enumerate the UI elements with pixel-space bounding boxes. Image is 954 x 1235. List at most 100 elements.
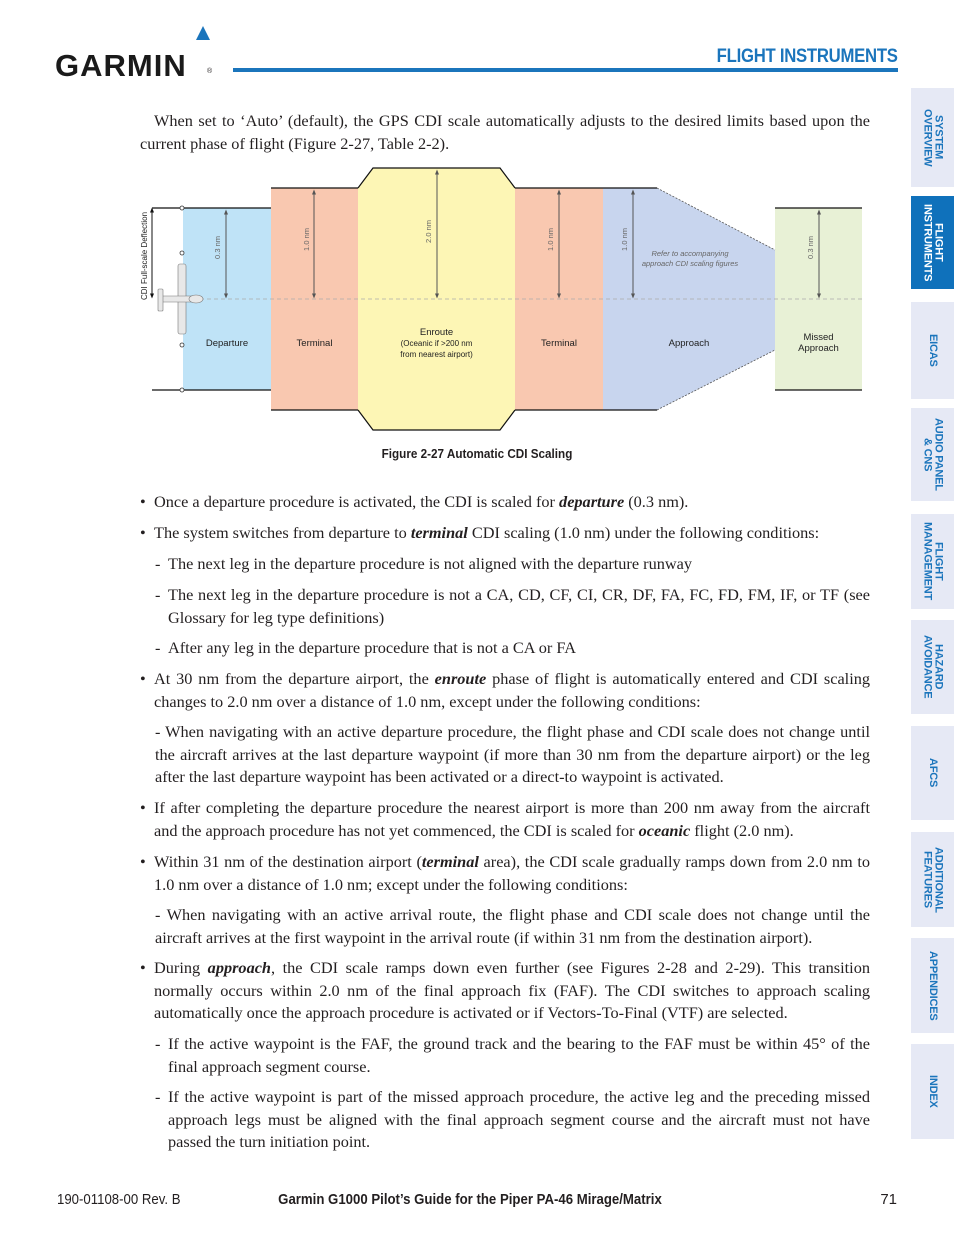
aircraft-icon bbox=[157, 263, 204, 335]
tab-audio-panel-cns[interactable]: AUDIO PANEL & CNS bbox=[911, 408, 954, 501]
segment-borders bbox=[152, 167, 862, 431]
bullet-icon: • bbox=[140, 958, 146, 977]
bullet-terminal-arrival: • Within 31 nm of the destination airpor… bbox=[140, 851, 870, 896]
text: After any leg in the departure procedure… bbox=[168, 638, 576, 657]
bullet-icon: • bbox=[140, 798, 146, 817]
bullet-icon: • bbox=[140, 852, 146, 871]
header-rule bbox=[233, 68, 898, 72]
text: If the active waypoint is the FAF, the g… bbox=[168, 1034, 870, 1076]
bullet-oceanic: • If after completing the departure proc… bbox=[140, 797, 870, 842]
figure-caption: Figure 2-27 Automatic CDI Scaling bbox=[381, 446, 573, 461]
tab-flight-instruments[interactable]: FLIGHT INSTRUMENTS bbox=[911, 196, 954, 289]
garmin-logo: GARMIN ® bbox=[55, 26, 225, 83]
label-enroute: Enroute (Oceanic if >200 nm from nearest… bbox=[358, 327, 515, 360]
tab-label: INDEX bbox=[927, 1075, 939, 1108]
logo-registered-mark: ® bbox=[207, 68, 213, 75]
keyword-oceanic: oceanic bbox=[638, 820, 691, 840]
label-missed-approach: Missed Approach bbox=[775, 332, 862, 354]
sub-item-faf: - If the active waypoint is the FAF, the… bbox=[155, 1033, 870, 1078]
segment-missed-approach bbox=[775, 208, 862, 390]
dim-label-terminal-2: 1.0 nm bbox=[546, 228, 555, 251]
approach-taper-lines bbox=[656, 187, 776, 411]
label-terminal-2: Terminal bbox=[541, 338, 577, 349]
segment-departure bbox=[183, 208, 271, 390]
dash-icon: - bbox=[155, 585, 161, 604]
bullet-approach: • During approach, the CDI scale ramps d… bbox=[140, 957, 870, 1025]
approach-note-line1: Refer to accompanying bbox=[651, 249, 729, 258]
keyword-departure: departure bbox=[559, 492, 625, 511]
dim-label-enroute: 2.0 nm bbox=[424, 220, 433, 243]
keyword-terminal: terminal bbox=[421, 852, 479, 871]
keyword-terminal: terminal bbox=[410, 523, 468, 542]
bullet-terminal: • The system switches from departure to … bbox=[140, 522, 870, 545]
text: At 30 nm from the departure airport, the bbox=[154, 669, 435, 688]
logo-triangle-icon bbox=[196, 26, 210, 40]
dash-icon: - bbox=[155, 1034, 161, 1053]
text: The next leg in the departure procedure … bbox=[168, 585, 870, 627]
tab-appendices[interactable]: APPENDICES bbox=[911, 938, 954, 1033]
tab-additional-features[interactable]: ADDITIONAL FEATURES bbox=[911, 832, 954, 927]
sub-item-arrival-exception: - When navigating with an active arrival… bbox=[155, 905, 870, 947]
bullet-icon: • bbox=[140, 492, 146, 511]
footer-title: Garmin G1000 Pilot’s Guide for the Piper… bbox=[278, 1191, 662, 1208]
approach-note-line2: approach CDI scaling figures bbox=[641, 259, 739, 268]
tab-label: ADDITIONAL FEATURES bbox=[921, 846, 945, 913]
dim-label-missed-approach: 0.3 nm bbox=[806, 236, 815, 259]
text: flight (2.0 nm). bbox=[690, 820, 794, 840]
label-terminal-1: Terminal bbox=[296, 338, 333, 349]
bullet-icon: • bbox=[140, 523, 146, 542]
text: (0.3 nm). bbox=[624, 492, 689, 511]
intro-text: When set to ‘Auto’ (default), the GPS CD… bbox=[140, 111, 870, 153]
tab-label: APPENDICES bbox=[927, 950, 939, 1021]
dash-icon: - bbox=[155, 1087, 161, 1106]
dim-label-terminal-1: 1.0 nm bbox=[302, 228, 311, 251]
label-enroute-title: Enroute bbox=[419, 327, 454, 338]
tab-label: FLIGHT INSTRUMENTS bbox=[921, 203, 945, 282]
section-title: FLIGHT INSTRUMENTS bbox=[716, 46, 898, 67]
dim-label-departure: 0.3 nm bbox=[213, 236, 222, 259]
bullet-departure: • Once a departure procedure is activate… bbox=[140, 491, 870, 514]
sub-item-ca-fa: - After any leg in the departure procedu… bbox=[155, 637, 870, 660]
label-enroute-sub1: (Oceanic if >200 nm bbox=[400, 339, 473, 348]
text: CDI scaling (1.0 nm) under the following… bbox=[467, 523, 820, 542]
intro-paragraph: When set to ‘Auto’ (default), the GPS CD… bbox=[140, 110, 870, 155]
tab-flight-management[interactable]: FLIGHT MANAGEMENT bbox=[911, 514, 954, 609]
cdi-dots bbox=[179, 205, 185, 393]
approach-note: Refer to accompanying approach CDI scali… bbox=[640, 249, 740, 269]
bullet-enroute: • At 30 nm from the departure airport, t… bbox=[140, 668, 870, 713]
logo-text: GARMIN bbox=[55, 48, 187, 83]
tab-label: AUDIO PANEL & CNS bbox=[921, 418, 945, 491]
tab-label: AFCS bbox=[927, 758, 939, 788]
tab-afcs[interactable]: AFCS bbox=[911, 726, 954, 820]
cdi-axis-label: CDI Full-scale Deflection bbox=[140, 211, 149, 300]
bullet-icon: • bbox=[140, 669, 146, 688]
text: The next leg in the departure procedure … bbox=[168, 554, 692, 573]
keyword-enroute: enroute bbox=[434, 669, 487, 688]
label-enroute-sub2: from nearest airport) bbox=[400, 350, 473, 359]
segment-terminal-1 bbox=[271, 188, 358, 410]
tab-label: HAZARD AVOIDANCE bbox=[921, 635, 945, 699]
tab-label: FLIGHT MANAGEMENT bbox=[921, 522, 945, 601]
tab-hazard-avoidance[interactable]: HAZARD AVOIDANCE bbox=[911, 620, 954, 714]
tab-eicas[interactable]: EICAS bbox=[911, 302, 954, 399]
text: The system switches from departure to bbox=[154, 523, 411, 542]
text: Once a departure procedure is activated,… bbox=[154, 492, 560, 511]
sub-item-enroute-exception: - When navigating with an active departu… bbox=[155, 722, 870, 786]
dim-label-approach: 1.0 nm bbox=[620, 228, 629, 251]
tab-index[interactable]: INDEX bbox=[911, 1044, 954, 1139]
sub-item-leg-types: - The next leg in the departure procedur… bbox=[155, 584, 870, 629]
footer-page-number: 71 bbox=[880, 1191, 897, 1208]
dash-icon: - bbox=[155, 554, 161, 573]
sub-item-missed-approach: - If the active waypoint is part of the … bbox=[155, 1086, 870, 1154]
tab-label: SYSTEM OVERVIEW bbox=[921, 108, 945, 167]
tab-system-overview[interactable]: SYSTEM OVERVIEW bbox=[911, 88, 954, 187]
label-departure: Departure bbox=[205, 338, 249, 349]
keyword-approach: approach bbox=[207, 958, 271, 977]
text: During bbox=[154, 958, 208, 977]
sub-item-runway: - The next leg in the departure procedur… bbox=[155, 553, 870, 576]
label-missed-line2: Approach bbox=[798, 343, 839, 354]
label-approach: Approach bbox=[668, 338, 710, 349]
dimension-arrows bbox=[224, 169, 821, 299]
label-missed-line1: Missed bbox=[803, 332, 834, 343]
dash-icon: - bbox=[155, 638, 161, 657]
